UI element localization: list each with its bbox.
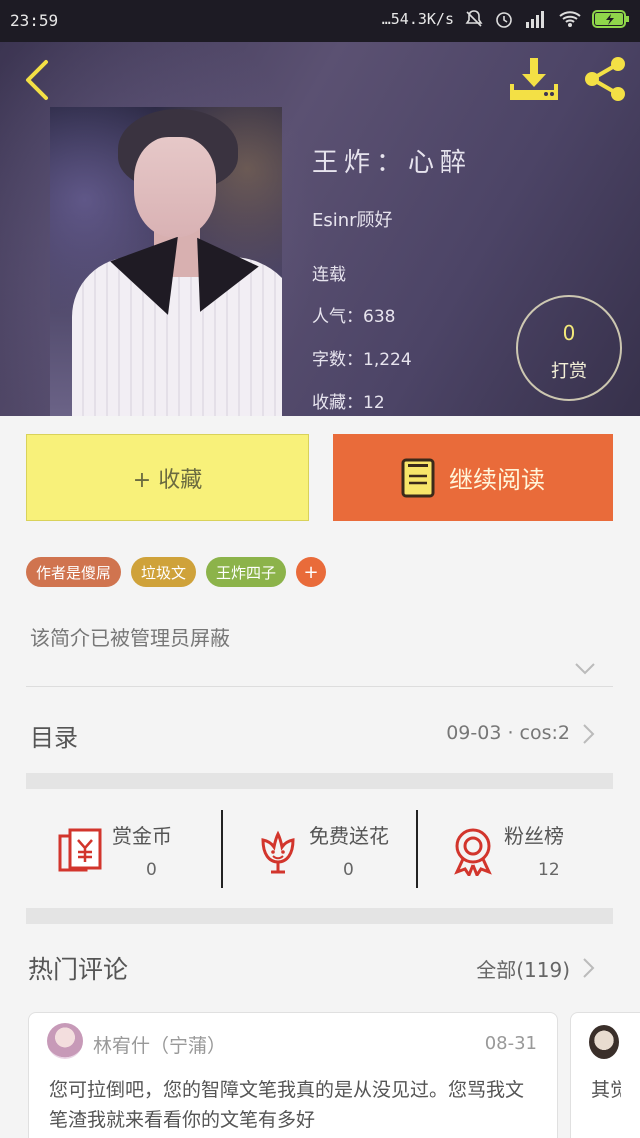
chevron-down-icon[interactable] (572, 658, 598, 678)
hot-comments-title: 热门评论 (28, 955, 129, 984)
support-stats: 赏金币 0 免费送花 0 粉丝榜 12 (26, 800, 613, 900)
section-divider (26, 773, 613, 789)
tag-item[interactable]: 作者是傻屌 (26, 557, 122, 587)
stat-fans[interactable]: 粉丝榜 12 (418, 800, 613, 900)
signal-icon (526, 11, 544, 28)
book-title: 王炸：心醉 (312, 148, 473, 178)
book-header: 王炸：心醉 Esinr顾好 连载 人气：638 字数：1,224 收藏：12 0… (0, 42, 640, 416)
download-icon[interactable] (508, 54, 560, 102)
comment-date: 08-31 (484, 1033, 537, 1054)
stat-name: 粉丝榜 (504, 824, 564, 848)
add-tag-button[interactable]: + (296, 557, 327, 587)
status-time: 23:59 (10, 11, 59, 30)
status-icons: …54.3K/s (382, 9, 630, 29)
comment-card[interactable]: 林宥什（宁蒲） 08-31 您可拉倒吧，您的智障文笔我真的是从没见过。您骂我文笔… (28, 1012, 558, 1138)
divider (26, 686, 613, 687)
stat-flowers[interactable]: 免费送花 0 (223, 800, 418, 900)
tip-label: 打赏 (551, 361, 587, 382)
red-envelope-icon (58, 828, 102, 872)
all-comments-link[interactable]: 全部(119) (476, 954, 570, 983)
stat-name: 免费送花 (309, 824, 389, 848)
avatar[interactable] (47, 1023, 83, 1059)
wifi-icon (559, 11, 581, 27)
toc-label: 目录 (30, 724, 78, 752)
stat-value: 12 (538, 860, 560, 880)
share-icon[interactable] (580, 54, 630, 104)
book-cover-image[interactable] (50, 107, 282, 416)
stat-name: 赏金币 (112, 824, 172, 848)
book-icon (401, 458, 435, 497)
network-speed: …54.3K/s (381, 10, 454, 28)
book-intro: 该简介已被管理员屏蔽 (30, 626, 230, 650)
chevron-right-icon (583, 724, 595, 744)
tip-count: 0 (562, 321, 576, 345)
book-word-count: 字数：1,224 (312, 350, 412, 370)
tag-item[interactable]: 王炸四子 (206, 557, 287, 587)
book-popularity: 人气：638 (312, 307, 396, 327)
book-favorites: 收藏：12 (312, 393, 385, 413)
battery-icon (592, 10, 629, 28)
comment-username[interactable]: 林宥什（宁蒲） (93, 1031, 226, 1058)
comment-text: 其觉 (591, 1079, 621, 1101)
add-favorite-label: + 收藏 (132, 467, 203, 493)
continue-reading-label: 继续阅读 (449, 466, 545, 494)
section-divider (26, 908, 613, 924)
chevron-right-icon[interactable] (578, 956, 598, 980)
alarm-icon (496, 12, 512, 28)
tip-button[interactable]: 0 打赏 (516, 295, 622, 401)
stat-coins[interactable]: 赏金币 0 (26, 800, 221, 900)
back-icon[interactable] (18, 58, 54, 102)
continue-reading-button[interactable]: 继续阅读 (333, 434, 613, 521)
stat-value: 0 (146, 860, 157, 880)
flower-icon (261, 830, 295, 874)
toc-latest-chapter: 09-03 · cos:2 (446, 722, 570, 744)
mute-bell-icon (465, 10, 483, 27)
comment-card[interactable]: 其觉 (570, 1012, 640, 1138)
stat-value: 0 (343, 860, 354, 880)
book-author[interactable]: Esinr顾好 (312, 206, 393, 232)
tag-item[interactable]: 垃圾文 (131, 557, 197, 587)
table-of-contents-row[interactable]: 目录 09-03 · cos:2 (0, 700, 640, 766)
medal-icon (454, 828, 492, 876)
avatar[interactable] (589, 1025, 619, 1059)
comment-text: 您可拉倒吧，您的智障文笔我真的是从没见过。您骂我文笔渣我就来看看你的文笔有多好 (49, 1079, 525, 1131)
add-favorite-button[interactable]: + 收藏 (26, 434, 309, 521)
book-status: 连载 (312, 265, 346, 285)
status-bar: 23:59 …54.3K/s (0, 0, 640, 42)
tag-list: 作者是傻屌 垃圾文 王炸四子 + (26, 557, 327, 587)
